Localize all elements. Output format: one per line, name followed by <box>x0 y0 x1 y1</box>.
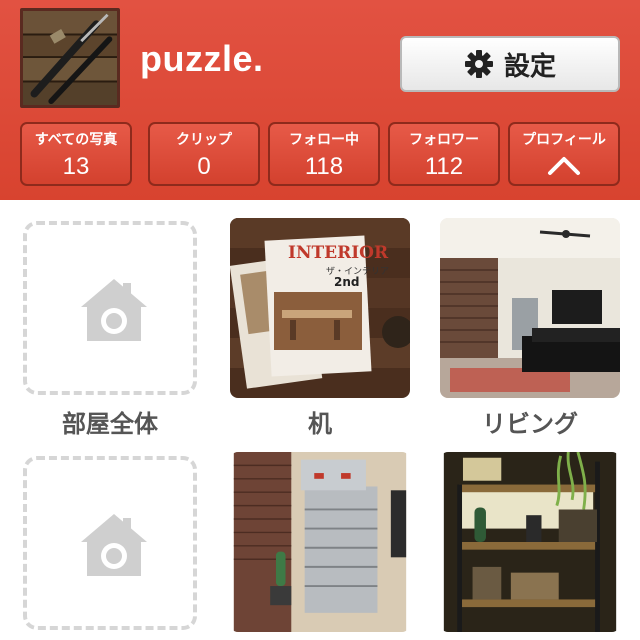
camera-house-icon <box>81 514 147 576</box>
photo-shelf <box>443 452 617 632</box>
magazine-title: INTERIOR <box>288 243 389 263</box>
room-placeholder[interactable] <box>23 221 197 395</box>
stat-clips[interactable]: クリップ 0 <box>148 122 260 186</box>
stat-label: フォロワー <box>409 132 479 148</box>
photo-living-room <box>440 218 620 398</box>
profile-header: puzzle. 設定 すべての写真 13 クリップ 0 フォロー中 118 フォ… <box>0 0 640 200</box>
stats-bar: すべての写真 13 クリップ 0 フォロー中 118 フォロワー 112 プロフ… <box>20 122 620 186</box>
magazine-edition: 2nd <box>334 275 359 289</box>
settings-button[interactable]: 設定 <box>400 36 620 92</box>
settings-label: 設定 <box>503 51 556 82</box>
stat-value: 13 <box>62 153 90 180</box>
avatar[interactable] <box>20 8 120 108</box>
stat-value: 118 <box>304 153 344 180</box>
stat-value: 0 <box>197 153 211 180</box>
photo-tool-chest <box>233 452 407 632</box>
stat-following[interactable]: フォロー中 118 <box>268 122 380 186</box>
room-caption: 部屋全体 <box>62 410 158 438</box>
room-photo-shelf[interactable] <box>440 452 620 632</box>
stat-profile-toggle[interactable]: プロフィール <box>508 122 620 186</box>
room-caption: リビング <box>482 410 578 438</box>
stat-all-photos[interactable]: すべての写真 13 <box>20 122 132 186</box>
room-caption: 机 <box>308 410 332 438</box>
photo-desk-magazines: INTERIOR ザ・インテリア 2nd <box>230 218 410 398</box>
room-photo-living[interactable] <box>440 218 620 398</box>
stat-label: プロフィール <box>522 132 606 148</box>
room-placeholder[interactable] <box>23 456 197 630</box>
stat-label: フォロー中 <box>289 132 359 148</box>
gear-icon <box>464 50 493 78</box>
avatar-photo <box>23 11 117 105</box>
room-photo-tool-chest[interactable] <box>230 452 410 632</box>
username: puzzle. <box>140 38 264 79</box>
chevron-up-icon <box>548 157 580 175</box>
camera-house-icon <box>81 279 147 341</box>
stat-label: すべての写真 <box>34 132 118 148</box>
stat-followers[interactable]: フォロワー 112 <box>388 122 500 186</box>
stat-label: クリップ <box>176 132 232 148</box>
stat-value: 112 <box>424 153 464 180</box>
room-photo-desk[interactable]: INTERIOR ザ・インテリア 2nd <box>230 218 410 398</box>
